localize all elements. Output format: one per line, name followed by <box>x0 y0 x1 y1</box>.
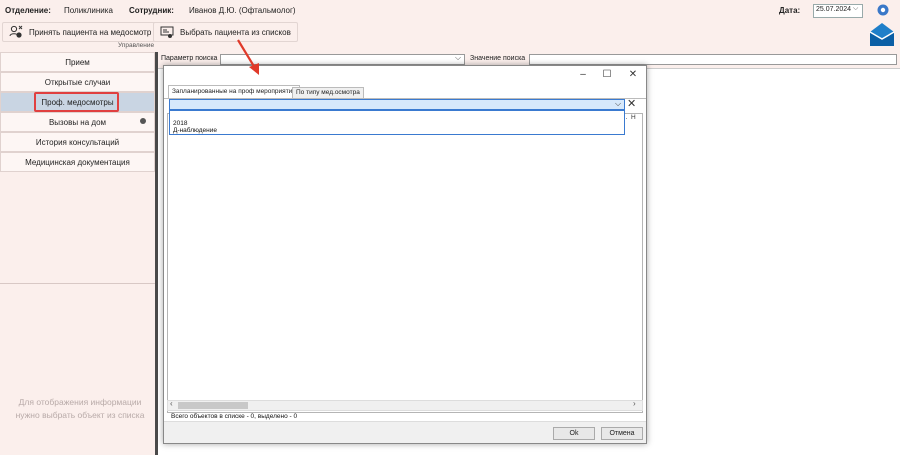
dropdown-option[interactable]: 2018 <box>173 120 187 127</box>
employee-label: Сотрудник: <box>129 6 174 15</box>
user-checkup-icon <box>9 25 23 38</box>
column-fragment-2: Н <box>631 114 636 121</box>
tab-planned[interactable]: Запланированные на проф мероприятия <box>168 85 300 98</box>
patient-list-grid[interactable] <box>167 113 643 413</box>
scroll-right-icon[interactable]: › <box>633 399 636 408</box>
patient-list-icon <box>160 26 174 38</box>
sidebar-item-home-calls[interactable]: Вызовы на дом <box>0 112 155 132</box>
sidebar-item-label: Вызовы на дом <box>48 117 107 127</box>
highlight-box <box>34 92 119 112</box>
annotation-arrow-icon <box>237 39 259 75</box>
tab-label: Запланированные на проф мероприятия <box>172 88 296 95</box>
sidebar-item-label: Открытые случаи <box>44 77 111 87</box>
search-value-input[interactable] <box>529 54 897 65</box>
scrollbar-thumb[interactable] <box>178 402 248 409</box>
cancel-label: Отмена <box>609 430 635 437</box>
select-patient-button[interactable]: Выбрать пациента из списков <box>153 22 298 42</box>
accept-patient-label: Принять пациента на медосмотр <box>29 27 152 37</box>
clear-icon[interactable]: ✕ <box>627 97 636 110</box>
checkup-type-combo[interactable] <box>169 99 625 110</box>
tab-label: По типу мед.осмотра <box>296 89 360 96</box>
employee-value: Иванов Д.Ю. (Офтальмолог) <box>189 6 296 15</box>
chevron-down-icon[interactable]: ⌵ <box>615 99 621 109</box>
sidebar-item-reception[interactable]: Прием <box>0 52 155 72</box>
tab-by-type[interactable]: По типу мед.осмотра <box>292 87 364 98</box>
dropdown-option[interactable]: Д-наблюдение <box>173 127 217 134</box>
department-value: Поликлиника <box>64 6 113 15</box>
accept-patient-button[interactable]: Принять пациента на медосмотр <box>2 22 159 42</box>
detail-panel <box>0 283 157 455</box>
close-icon[interactable]: ✕ <box>626 69 640 80</box>
select-patient-label: Выбрать пациента из списков <box>180 27 291 37</box>
sidebar-item-label: Прием <box>65 57 90 67</box>
sidebar-item-label: Медицинская документация <box>25 157 130 167</box>
date-value: 25.07.2024 <box>816 6 852 13</box>
notification-dot-icon <box>140 118 146 124</box>
ok-button[interactable]: Ok <box>553 427 595 440</box>
toolbar-group-label: Управление <box>118 42 155 49</box>
sidebar-item-consult-history[interactable]: История консультаций <box>0 132 155 152</box>
search-param-label: Параметр поиска <box>161 55 218 62</box>
sidebar-item-open-cases[interactable]: Открытые случаи <box>0 72 155 92</box>
department-label: Отделение: <box>5 6 51 15</box>
scroll-left-icon[interactable]: ‹ <box>170 399 173 408</box>
app-logo-icon <box>869 23 895 46</box>
sidebar-item-medical-docs[interactable]: Медицинская документация <box>0 152 155 172</box>
list-status-text: Всего объектов в списке - 0, выделено - … <box>171 413 298 420</box>
ok-label: Ok <box>569 430 579 437</box>
chevron-down-icon[interactable]: ⌵ <box>455 53 461 63</box>
search-value-label: Значение поиска <box>470 55 526 62</box>
empty-state-message: Для отображения информации нужно выбрать… <box>15 397 145 420</box>
gear-icon[interactable] <box>876 3 890 17</box>
patient-select-dialog: – ☐ ✕ Запланированные на проф мероприяти… <box>163 65 647 444</box>
minimize-icon[interactable]: – <box>576 69 590 80</box>
date-label: Дата: <box>779 6 801 15</box>
top-bar: Отделение: Поликлиника Сотрудник: Иванов… <box>0 0 900 52</box>
combo-dropdown-list: 2018 Д-наблюдение <box>169 110 625 135</box>
sidebar-item-label: История консультаций <box>35 137 120 147</box>
maximize-icon[interactable]: ☐ <box>600 69 614 80</box>
cancel-button[interactable]: Отмена <box>601 427 643 440</box>
chevron-down-icon[interactable]: ⌵ <box>853 5 858 13</box>
